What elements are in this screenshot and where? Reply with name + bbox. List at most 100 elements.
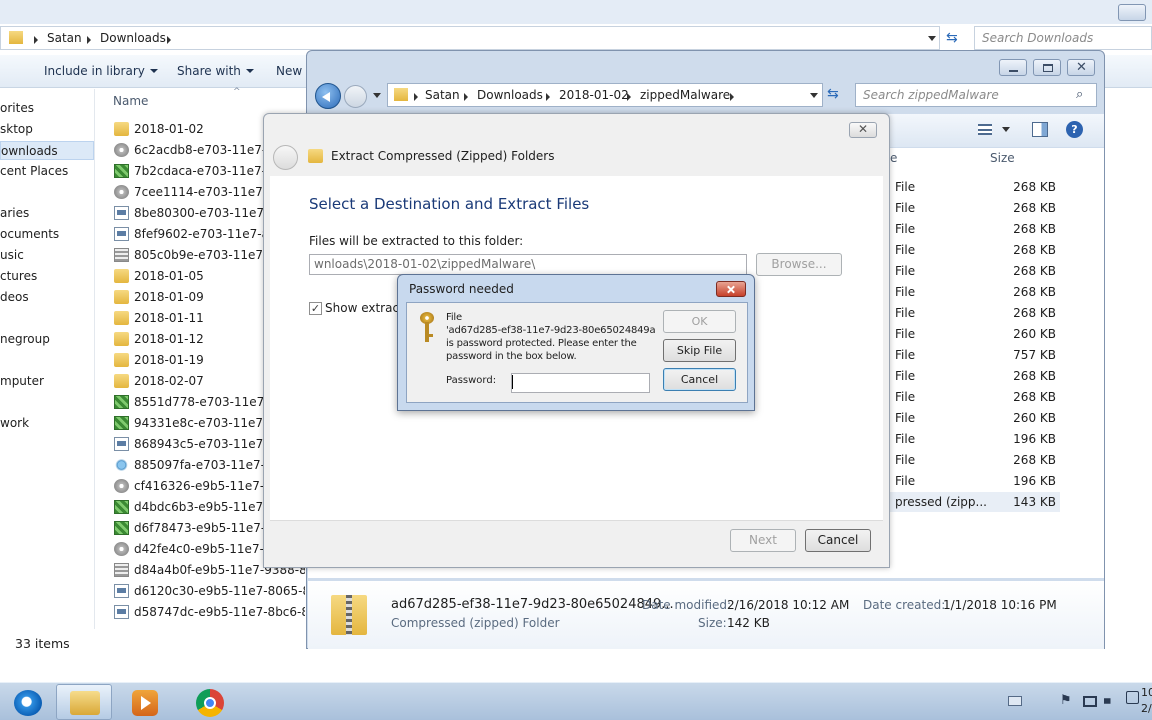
media-player-icon	[132, 690, 158, 716]
table-row[interactable]: File 268 KB	[886, 261, 1060, 281]
nav-pictures[interactable]: ctures	[0, 269, 37, 283]
table-row[interactable]: File 260 KB	[886, 408, 1060, 428]
search-icon: ⌕	[1076, 87, 1084, 102]
nav-videos[interactable]: deos	[0, 290, 29, 304]
list-item[interactable]: d6120c30-e9b5-11e7-8065-80e65	[110, 581, 305, 601]
network-icon[interactable]	[1083, 696, 1097, 707]
nav-homegroup[interactable]: negroup	[0, 332, 50, 346]
list-item[interactable]: d58747dc-e9b5-11e7-8bc6-80e65	[110, 602, 305, 622]
recent-pages-icon[interactable]	[373, 93, 381, 98]
breadcrumb-zippedmalware[interactable]: zippedMalware	[640, 88, 730, 102]
view-options-icon[interactable]	[978, 124, 992, 135]
share-with-button[interactable]: Share with	[177, 64, 254, 78]
table-row[interactable]: File 268 KB	[886, 219, 1060, 239]
table-row[interactable]: pressed (zipp... 143 KB	[886, 492, 1060, 512]
table-row[interactable]: File 268 KB	[886, 303, 1060, 323]
cancel-button[interactable]: Cancel	[805, 529, 871, 552]
chrome-button[interactable]	[180, 684, 236, 720]
table-row[interactable]: File 268 KB	[886, 450, 1060, 470]
search-input[interactable]: Search zippedMalware ⌕	[855, 83, 1097, 107]
column-header-name[interactable]: Name	[113, 94, 148, 108]
nav-libraries[interactable]: aries	[0, 206, 29, 220]
zip-icon	[114, 500, 129, 514]
chevron-down-icon[interactable]	[810, 93, 818, 98]
close-button[interactable]: ✕	[849, 122, 877, 138]
size-value: 142 KB	[727, 616, 770, 630]
refresh-icon[interactable]: ⇆	[827, 86, 839, 102]
include-in-library-button[interactable]: Include in library	[44, 64, 158, 78]
breadcrumb-downloads[interactable]: Downloads	[100, 31, 166, 45]
nav-music[interactable]: usic	[0, 248, 24, 262]
file-type: File	[895, 390, 916, 404]
media-player-button[interactable]	[118, 684, 174, 720]
refresh-icon[interactable]: ⇆	[946, 30, 958, 46]
next-button[interactable]: Next	[730, 529, 796, 552]
clock-date[interactable]: 2/	[1141, 702, 1152, 715]
nav-network[interactable]: work	[0, 416, 29, 430]
address-bar[interactable]: Satan Downloads 2018-01-02 zippedMalware	[387, 83, 823, 107]
nav-recent-places[interactable]: cent Places	[0, 164, 68, 178]
flag-icon[interactable]: ⚑	[1060, 693, 1072, 708]
table-row[interactable]: File 196 KB	[886, 429, 1060, 449]
restore-button[interactable]	[1118, 4, 1146, 21]
breadcrumb-downloads[interactable]: Downloads	[477, 88, 543, 102]
forward-button[interactable]	[344, 85, 367, 108]
nav-computer[interactable]: mputer	[0, 374, 44, 388]
chevron-right-icon	[730, 93, 734, 101]
maximize-button[interactable]	[1033, 59, 1061, 76]
table-row[interactable]: File 268 KB	[886, 240, 1060, 260]
password-input[interactable]	[511, 373, 650, 393]
table-row[interactable]: File 260 KB	[886, 324, 1060, 344]
clock-time[interactable]: 10	[1141, 686, 1152, 699]
details-pane	[308, 581, 1104, 649]
help-icon[interactable]: ?	[1066, 121, 1083, 138]
table-row[interactable]: File 268 KB	[886, 177, 1060, 197]
wizard-back-button[interactable]	[273, 145, 298, 170]
minimize-button[interactable]	[999, 59, 1027, 76]
breadcrumb-2018-01-02[interactable]: 2018-01-02	[559, 88, 629, 102]
nav-downloads[interactable]: ownloads	[0, 141, 94, 160]
zip-folder-icon	[331, 595, 367, 635]
destination-input[interactable]: wnloads\2018-01-02\zippedMalware\	[309, 254, 747, 275]
column-header-type[interactable]: e	[890, 151, 897, 165]
file-size: 260 KB	[1013, 411, 1056, 425]
file-name: 2018-01-02	[134, 122, 204, 136]
column-header-size[interactable]: Size	[990, 151, 1015, 165]
chevron-down-icon[interactable]	[928, 36, 936, 41]
folder-icon	[114, 122, 129, 136]
browse-button[interactable]: Browse...	[756, 253, 842, 276]
search-input[interactable]: Search Downloads	[974, 26, 1152, 50]
nav-desktop[interactable]: sktop	[0, 122, 33, 136]
ok-button[interactable]: OK	[663, 310, 736, 333]
table-row[interactable]: File 268 KB	[886, 282, 1060, 302]
nav-favorites[interactable]: orites	[0, 101, 34, 115]
table-row[interactable]: File 268 KB	[886, 387, 1060, 407]
file-type: File	[895, 306, 916, 320]
table-row[interactable]: File 196 KB	[886, 471, 1060, 491]
show-extracted-checkbox[interactable]: ✓	[309, 302, 322, 315]
close-button[interactable]: ✕	[1067, 59, 1095, 76]
chevron-down-icon[interactable]	[1002, 127, 1010, 132]
cancel-button[interactable]: Cancel	[663, 368, 736, 391]
nav-documents[interactable]: ocuments	[0, 227, 59, 241]
zip-icon	[114, 521, 129, 535]
file-size: 268 KB	[1013, 222, 1056, 236]
file-type: File	[895, 348, 916, 362]
table-row[interactable]: File 268 KB	[886, 366, 1060, 386]
internet-explorer-button[interactable]	[0, 684, 56, 720]
password-dialog-title: Password needed	[409, 282, 514, 296]
preview-pane-icon[interactable]	[1032, 122, 1048, 137]
back-button[interactable]	[315, 83, 341, 109]
skip-file-button[interactable]: Skip File	[663, 339, 736, 362]
address-bar[interactable]: Satan Downloads	[0, 26, 940, 50]
item-count: 33 items	[15, 636, 70, 651]
close-button[interactable]	[716, 281, 746, 297]
folder-icon	[114, 290, 129, 304]
breadcrumb-satan[interactable]: Satan	[425, 88, 460, 102]
file-explorer-button[interactable]	[56, 684, 112, 720]
action-center-icon[interactable]	[1126, 691, 1139, 704]
breadcrumb-satan[interactable]: Satan	[47, 31, 82, 45]
keyboard-icon[interactable]	[1008, 696, 1022, 706]
table-row[interactable]: File 268 KB	[886, 198, 1060, 218]
table-row[interactable]: File 757 KB	[886, 345, 1060, 365]
